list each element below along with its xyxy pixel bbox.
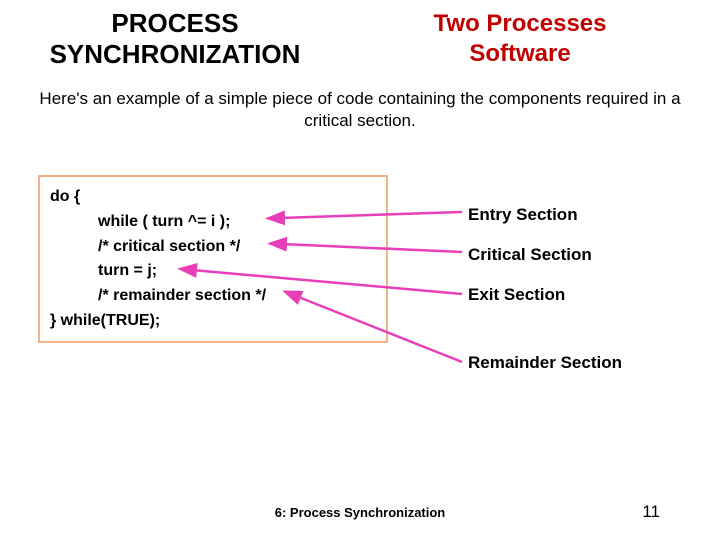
code-line-4: turn = j; xyxy=(50,259,376,284)
label-exit: Exit Section xyxy=(468,275,622,315)
title-right-line1: Two Processes xyxy=(434,10,607,37)
intro-text: Here's an example of a simple piece of c… xyxy=(30,88,690,131)
code-line-3: /* critical section */ xyxy=(50,235,376,260)
label-remainder: Remainder Section xyxy=(468,343,622,383)
code-line-5: /* remainder section */ xyxy=(50,284,376,309)
page-number: 11 xyxy=(642,502,660,522)
section-labels: Entry Section Critical Section Exit Sect… xyxy=(468,195,622,383)
code-line-2: while ( turn ^= i ); xyxy=(50,210,376,235)
code-line-6: } while(TRUE); xyxy=(50,309,376,334)
title-right: Two Processes Software xyxy=(370,9,670,69)
code-line-1: do { xyxy=(50,185,376,210)
label-critical: Critical Section xyxy=(468,235,622,275)
footer-text: 6: Process Synchronization xyxy=(0,505,720,520)
slide-header: PROCESS SYNCHRONIZATION Two Processes So… xyxy=(0,0,720,70)
code-box: do { while ( turn ^= i ); /* critical se… xyxy=(38,175,388,343)
title-left: PROCESS SYNCHRONIZATION xyxy=(10,8,340,70)
title-left-line2: SYNCHRONIZATION xyxy=(50,39,301,69)
title-left-line1: PROCESS xyxy=(111,8,238,38)
title-right-line2: Software xyxy=(469,40,570,67)
label-entry: Entry Section xyxy=(468,195,622,235)
